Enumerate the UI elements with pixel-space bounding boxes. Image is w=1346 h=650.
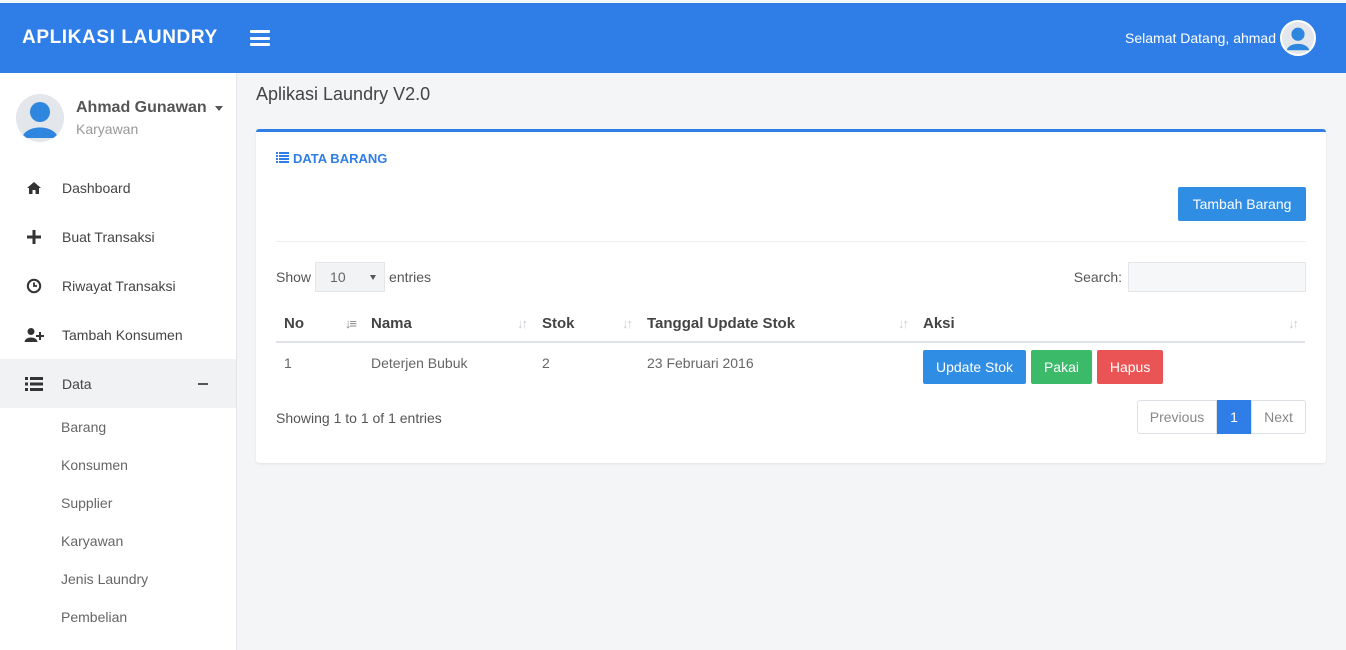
list-icon [24, 374, 44, 394]
user-plus-icon [24, 325, 44, 345]
entries-label: entries [389, 269, 432, 285]
sidebar-subitem-supplier[interactable]: Supplier [0, 484, 236, 522]
sidebar-subitem-pemakaian[interactable]: Pemakaian [0, 636, 236, 650]
sidebar-item-dashboard[interactable]: Dashboard [0, 163, 236, 212]
main-content: Aplikasi Laundry V2.0 DATA BARANG Tambah… [237, 73, 1346, 650]
page-title: Aplikasi Laundry V2.0 [256, 84, 431, 104]
sidebar-subitem-jenis-laundry[interactable]: Jenis Laundry [0, 560, 236, 598]
user-name-dropdown[interactable]: Ahmad Gunawan [76, 99, 223, 117]
update-stok-button[interactable]: Update Stok [923, 350, 1027, 384]
divider [276, 241, 1306, 242]
sort-icon: ↓↑ [517, 316, 528, 331]
column-header-tanggal[interactable]: Tanggal Update Stok ↓↑ [639, 306, 915, 343]
page-1-button[interactable]: 1 [1217, 400, 1251, 434]
sort-icon: ↓↑ [622, 316, 633, 331]
user-role: Karyawan [76, 121, 139, 137]
sidebar: Ahmad Gunawan Karyawan Dashboard Buat Tr… [0, 73, 237, 650]
table-header-row: No ↓≡ Nama ↓↑ Stok ↓↑ Tanggal Update Stok ↓↑… [276, 306, 1305, 343]
table-info: Showing 1 to 1 of 1 entries [276, 410, 442, 426]
user-name: Ahmad Gunawan [76, 99, 207, 116]
sidebar-item-label: Riwayat Transaksi [62, 277, 176, 294]
list-icon [276, 151, 289, 166]
entries-select-value: 10 [330, 269, 346, 285]
cell-nama: Deterjen Bubuk [371, 355, 468, 371]
user-panel: Ahmad Gunawan Karyawan [0, 73, 236, 163]
sidebar-item-label: Data [62, 375, 92, 392]
column-header-no[interactable]: No ↓≡ [276, 306, 363, 343]
sidebar-item-label: Dashboard [62, 179, 131, 196]
hamburger-icon[interactable] [250, 30, 270, 46]
app-brand[interactable]: APLIKASI LAUNDRY [0, 27, 236, 49]
sidebar-subitem-pembelian[interactable]: Pembelian [0, 598, 236, 636]
sidebar-subitem-barang[interactable]: Barang [0, 408, 236, 446]
greeting-text: Selamat Datang, ahmad [1125, 30, 1276, 46]
entries-length-control: Show 10 entries [276, 262, 431, 292]
caret-down-icon [214, 105, 223, 111]
sidebar-item-riwayat-transaksi[interactable]: Riwayat Transaksi [0, 261, 236, 310]
cell-tanggal: 23 Februari 2016 [647, 355, 754, 371]
chevron-down-icon [370, 274, 377, 280]
cell-no: 1 [284, 355, 292, 371]
search-label: Search: [1073, 269, 1122, 285]
user-avatar-icon[interactable] [1280, 20, 1316, 56]
user-greeting-area[interactable]: Selamat Datang, ahmad [1125, 20, 1316, 56]
sidebar-item-tambah-konsumen[interactable]: Tambah Konsumen [0, 310, 236, 359]
search-input[interactable] [1128, 262, 1306, 292]
show-label: Show [276, 269, 312, 285]
column-header-stok[interactable]: Stok ↓↑ [534, 306, 639, 343]
pakai-button[interactable]: Pakai [1030, 350, 1092, 384]
previous-page-button[interactable]: Previous [1137, 400, 1217, 434]
table-row: 1 Deterjen Bubuk 2 23 Februari 2016 Upda… [276, 342, 1305, 394]
search-control: Search: [1074, 262, 1306, 292]
sort-icon: ↓↑ [1288, 316, 1299, 331]
entries-select[interactable]: 10 [315, 262, 386, 292]
pagination: Previous 1 Next [1137, 400, 1306, 434]
sidebar-item-label: Buat Transaksi [62, 228, 155, 245]
avatar [16, 94, 64, 142]
sort-asc-icon: ↓≡ [344, 316, 357, 331]
box-title-text: DATA BARANG [293, 151, 388, 166]
column-header-nama[interactable]: Nama ↓↑ [363, 306, 534, 343]
sidebar-item-data[interactable]: Data [0, 359, 236, 408]
sidebar-subitem-karyawan[interactable]: Karyawan [0, 522, 236, 560]
data-table: No ↓≡ Nama ↓↑ Stok ↓↑ Tanggal Update Stok ↓↑… [276, 306, 1305, 394]
box-title: DATA BARANG [276, 151, 387, 166]
sidebar-item-buat-transaksi[interactable]: Buat Transaksi [0, 212, 236, 261]
top-navbar: APLIKASI LAUNDRY Selamat Datang, ahmad [0, 3, 1346, 73]
column-header-aksi[interactable]: Aksi ↓↑ [915, 306, 1305, 343]
clock-icon [24, 276, 44, 296]
plus-icon [24, 227, 44, 247]
cell-aksi: Update Stok Pakai Hapus [915, 342, 1305, 394]
sidebar-subitem-konsumen[interactable]: Konsumen [0, 446, 236, 484]
sort-icon: ↓↑ [898, 316, 909, 331]
next-page-button[interactable]: Next [1251, 400, 1306, 434]
sidebar-item-label: Tambah Konsumen [62, 326, 183, 343]
cell-stok: 2 [542, 355, 550, 371]
tambah-barang-button[interactable]: Tambah Barang [1178, 187, 1306, 221]
hapus-button[interactable]: Hapus [1096, 350, 1164, 384]
collapse-icon[interactable] [198, 382, 208, 385]
home-icon [24, 178, 44, 198]
data-barang-box: DATA BARANG Tambah Barang Show 10 entrie… [256, 129, 1326, 463]
